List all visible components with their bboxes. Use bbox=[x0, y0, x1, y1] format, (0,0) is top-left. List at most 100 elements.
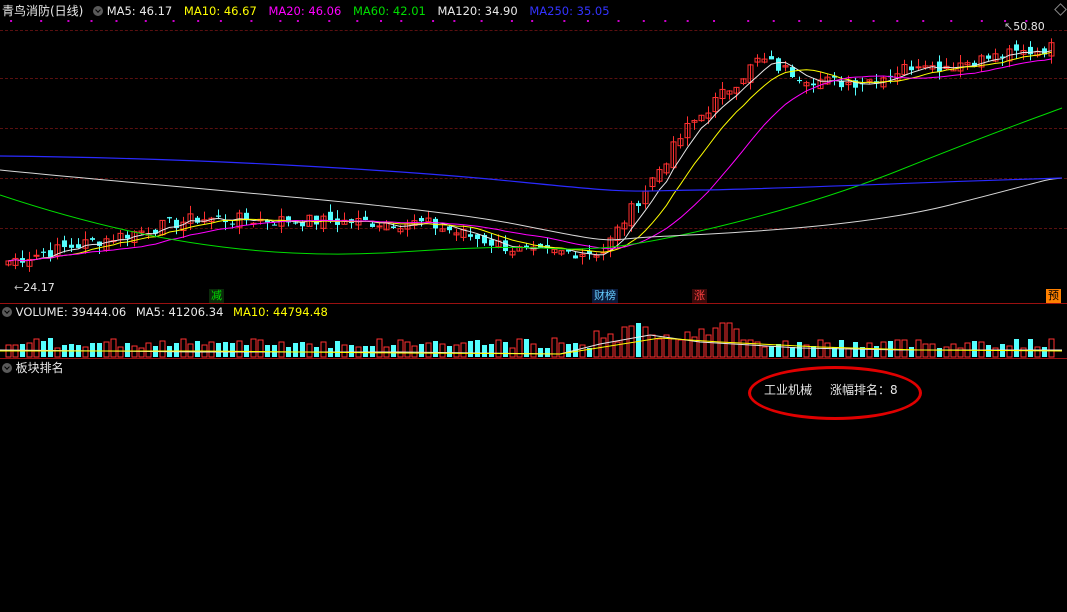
candle-body bbox=[370, 223, 375, 227]
volume-bar bbox=[992, 347, 999, 358]
volume-bar bbox=[391, 345, 396, 357]
marker-finance[interactable]: 财榜 bbox=[592, 289, 618, 303]
candle-body bbox=[230, 223, 235, 225]
candle-body bbox=[167, 217, 172, 219]
volume-bar bbox=[719, 322, 726, 358]
volume-bar bbox=[769, 346, 774, 357]
volume-bar bbox=[649, 334, 656, 358]
volume-bar bbox=[978, 341, 985, 358]
candle-body bbox=[69, 244, 74, 248]
signal-dot bbox=[922, 20, 925, 22]
volume-bar bbox=[433, 341, 438, 357]
volume-bar bbox=[636, 323, 641, 357]
volume-bar bbox=[257, 339, 264, 358]
candle-body bbox=[216, 215, 221, 217]
candle-body bbox=[797, 80, 802, 82]
volume-bar bbox=[1048, 338, 1055, 358]
volume-bar bbox=[159, 340, 166, 358]
signal-dot bbox=[432, 20, 435, 22]
volume-bar bbox=[972, 341, 977, 357]
signal-dot bbox=[40, 20, 43, 22]
volume-bar bbox=[103, 341, 110, 358]
marker-forecast[interactable]: 预 bbox=[1046, 289, 1061, 303]
signal-dot bbox=[296, 20, 299, 22]
volume-bar bbox=[145, 342, 152, 358]
volume-bar bbox=[621, 326, 628, 358]
volume-bar bbox=[236, 340, 243, 358]
signal-dot bbox=[798, 20, 801, 22]
signal-dot bbox=[356, 20, 359, 22]
candle-body bbox=[195, 217, 200, 223]
sector-panel-header: 板块排名 bbox=[2, 360, 64, 376]
volume-bar bbox=[545, 348, 550, 357]
volume-bar bbox=[726, 322, 733, 358]
volume-bar bbox=[670, 338, 677, 358]
volume-bar bbox=[376, 338, 383, 358]
candle-body bbox=[391, 226, 396, 228]
volume-bar bbox=[797, 342, 802, 357]
volume-bar bbox=[909, 347, 914, 357]
volume-bar bbox=[397, 339, 404, 358]
candle-body bbox=[776, 58, 781, 71]
panel-divider bbox=[0, 358, 1067, 359]
candle-body bbox=[76, 244, 81, 248]
volume-bar bbox=[453, 344, 460, 358]
candle-body bbox=[1014, 44, 1019, 51]
marker-rise[interactable]: 涨 bbox=[692, 289, 707, 303]
volume-bar bbox=[370, 346, 375, 357]
volume-bar bbox=[1042, 347, 1047, 357]
volume-bar bbox=[1006, 345, 1013, 358]
signal-dot bbox=[819, 20, 822, 22]
collapse-sector-icon[interactable] bbox=[2, 363, 12, 373]
volume-bar bbox=[230, 343, 235, 357]
volume-bar bbox=[677, 339, 684, 358]
volume-bar bbox=[447, 346, 452, 357]
volume-bar bbox=[509, 347, 516, 358]
signal-dot bbox=[510, 20, 513, 22]
signal-dot bbox=[896, 20, 899, 22]
candle-body bbox=[48, 250, 53, 257]
volume-bar bbox=[138, 347, 145, 358]
volume-bar bbox=[776, 344, 781, 357]
marker-reduce[interactable]: 减 bbox=[209, 289, 224, 303]
volume-bar bbox=[740, 339, 747, 358]
candle-body bbox=[986, 55, 991, 59]
volume-bar bbox=[684, 331, 691, 358]
volume-bar bbox=[937, 348, 942, 357]
volume-bar bbox=[82, 346, 89, 358]
signal-dot bbox=[400, 20, 403, 22]
candle-body bbox=[573, 255, 578, 259]
candle-body bbox=[937, 61, 942, 72]
volume-bar bbox=[489, 344, 494, 357]
signal-dot bbox=[642, 20, 645, 22]
volume-bar bbox=[363, 346, 368, 357]
candle-body bbox=[769, 56, 774, 60]
volume-bar bbox=[1034, 346, 1041, 358]
volume-panel-header: VOLUME: 39444.06 MA5: 41206.34 MA10: 447… bbox=[2, 304, 328, 320]
volume-bar bbox=[915, 339, 922, 358]
signal-dot bbox=[617, 20, 620, 22]
signal-dot bbox=[586, 20, 589, 22]
volume-bar bbox=[874, 346, 879, 357]
volume-bar bbox=[306, 343, 313, 358]
volume-ma10: MA10: 44794.48 bbox=[233, 305, 328, 319]
volume-bar bbox=[538, 348, 543, 357]
highlight-ellipse bbox=[748, 366, 922, 420]
volume-bar bbox=[41, 341, 46, 357]
candle-body bbox=[62, 240, 67, 248]
volume-bar bbox=[503, 342, 508, 357]
volume-bar bbox=[411, 345, 418, 358]
volume-bar bbox=[404, 341, 411, 358]
signal-dot bbox=[380, 20, 383, 22]
candle-body bbox=[90, 238, 95, 240]
candle-body bbox=[272, 224, 277, 226]
low-price-label: ←24.17 bbox=[14, 281, 55, 294]
volume-bar bbox=[866, 342, 873, 358]
candle-body bbox=[447, 226, 452, 231]
collapse-volume-icon[interactable] bbox=[2, 307, 12, 317]
signal-dot bbox=[328, 20, 331, 22]
signal-dot bbox=[950, 20, 953, 22]
volume-bar bbox=[824, 342, 831, 358]
volume-bar bbox=[425, 342, 432, 358]
volume-bar bbox=[460, 342, 467, 358]
